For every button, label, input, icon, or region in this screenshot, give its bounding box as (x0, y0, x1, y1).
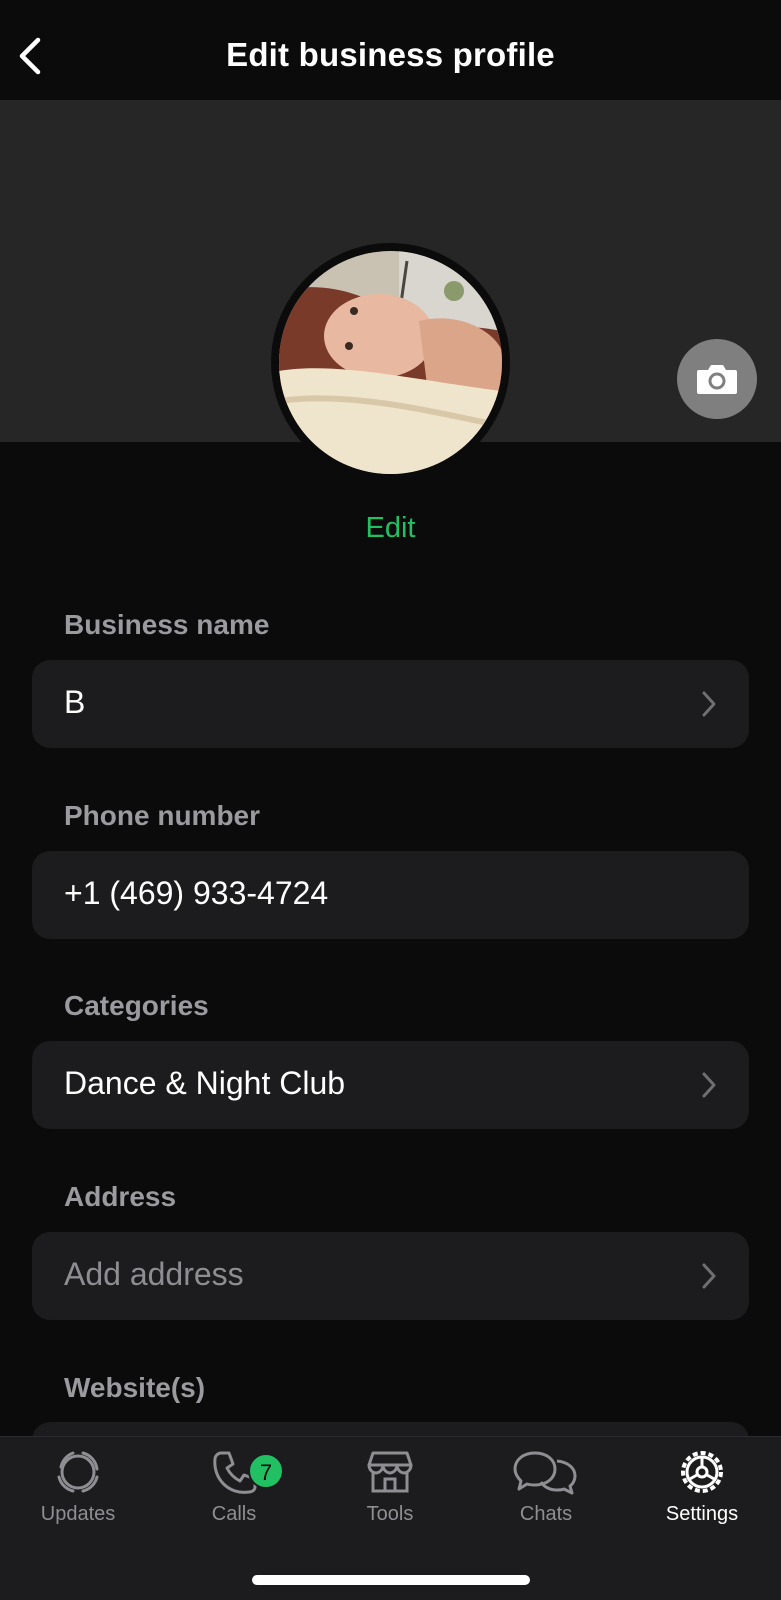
tab-settings[interactable]: Settings (624, 1447, 780, 1526)
camera-icon (697, 365, 737, 394)
tab-label: Tools (366, 1503, 414, 1525)
chevron-right-icon (702, 1072, 716, 1098)
nav-bar: Edit business profile (0, 0, 781, 100)
categories-value: Dance & Night Club (64, 1065, 346, 1101)
home-indicator[interactable] (252, 1575, 530, 1585)
business-name-label: Business name (64, 609, 270, 640)
calls-badge: 7 (248, 1453, 284, 1489)
address-placeholder: Add address (64, 1256, 244, 1292)
phone-number-value: +1 (469) 933-4724 (64, 875, 329, 911)
tab-chats[interactable]: Chats (468, 1447, 624, 1526)
edit-photo-link[interactable]: Edit (0, 512, 781, 545)
storefront-icon (367, 1451, 413, 1493)
profile-photo[interactable] (271, 243, 510, 482)
tab-updates[interactable]: Updates (0, 1447, 156, 1526)
chevron-right-icon (702, 1263, 716, 1289)
chevron-right-icon (702, 691, 716, 717)
page-title: Edit business profile (226, 36, 555, 73)
address-field[interactable]: Add address (32, 1232, 749, 1320)
tab-label: Settings (665, 1503, 739, 1525)
tab-calls[interactable]: 7 Calls (156, 1447, 312, 1526)
tab-label: Chats (519, 1503, 573, 1525)
categories-label: Categories (64, 990, 209, 1021)
business-name-field[interactable]: B (32, 660, 749, 748)
tab-label: Updates (40, 1503, 116, 1525)
phone-number-field: +1 (469) 933-4724 (32, 851, 749, 939)
tab-tools[interactable]: Tools (312, 1447, 468, 1526)
profile-photo-image (279, 251, 502, 474)
tab-label: Calls (211, 1503, 257, 1525)
change-cover-button[interactable] (677, 339, 757, 419)
phone-number-label: Phone number (64, 800, 261, 831)
gear-icon (681, 1451, 723, 1493)
website-label: Website(s) (64, 1372, 206, 1403)
business-name-value: B (64, 684, 86, 720)
categories-field[interactable]: Dance & Night Club (32, 1041, 749, 1129)
updates-icon (57, 1451, 99, 1493)
address-label: Address (64, 1181, 177, 1212)
chats-icon (513, 1451, 577, 1495)
